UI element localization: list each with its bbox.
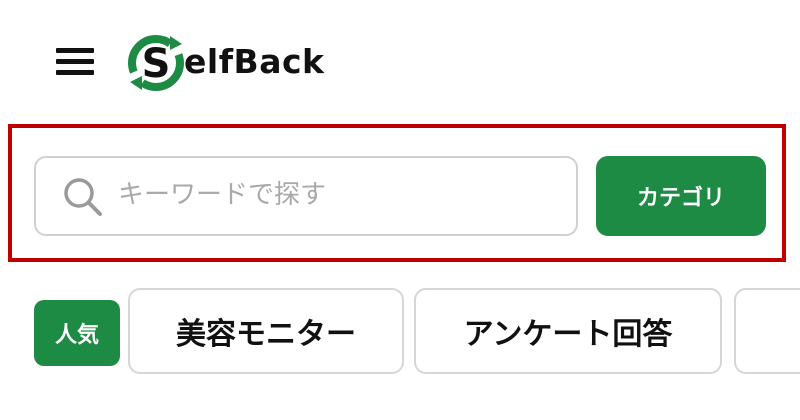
hamburger-menu-icon-bar — [56, 70, 94, 75]
selfback-logo[interactable]: S elfBack — [126, 30, 356, 94]
tag-row: 人気 美容モニター アンケート回答 — [0, 286, 800, 382]
page: S elfBack カテゴリ 人気 美容モニター アンケート回答 — [0, 0, 800, 420]
tag-chip-partial[interactable] — [734, 288, 800, 374]
tag-chip-beauty-monitor[interactable]: 美容モニター — [128, 288, 404, 374]
popular-badge: 人気 — [34, 300, 120, 366]
search-icon — [64, 178, 102, 216]
logo-recycle-mark-icon: S — [128, 35, 184, 91]
hamburger-menu-icon — [56, 48, 94, 53]
category-button[interactable]: カテゴリ — [596, 156, 766, 236]
tag-chip-survey-answer[interactable]: アンケート回答 — [414, 288, 722, 374]
header: S elfBack — [0, 0, 800, 120]
logo-text: elfBack — [184, 42, 325, 81]
hamburger-menu-button[interactable] — [52, 42, 98, 82]
logo-letter-mark: S — [142, 41, 171, 87]
search-input[interactable] — [118, 172, 558, 218]
hamburger-menu-icon-bar — [56, 59, 94, 64]
